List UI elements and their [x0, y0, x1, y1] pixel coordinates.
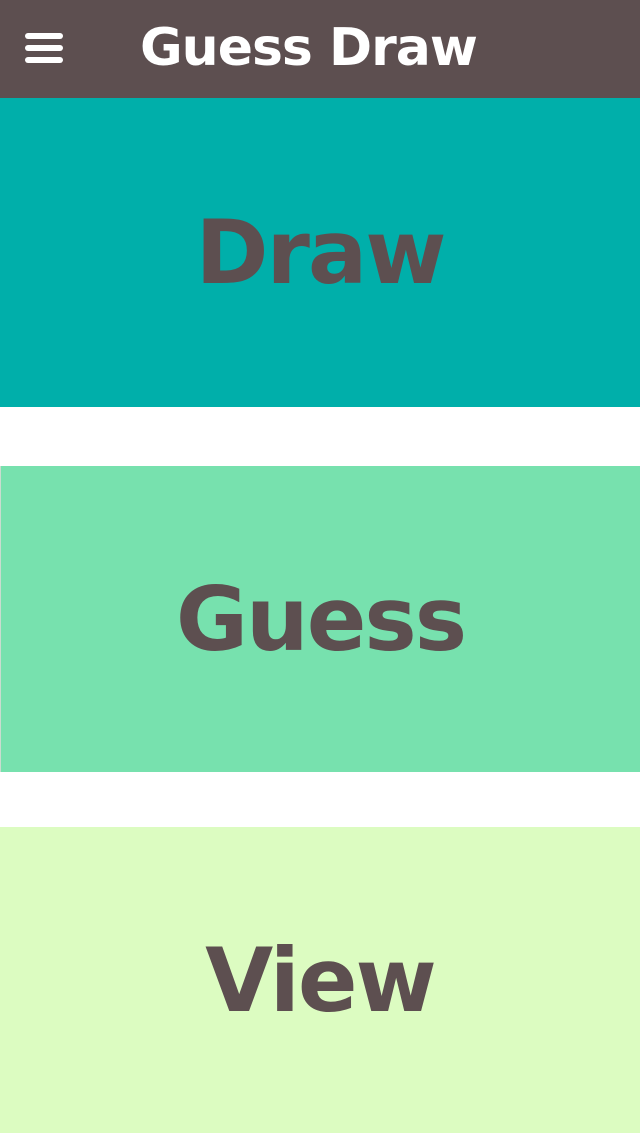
view-tile-label: View — [205, 928, 437, 1032]
app-header: Guess Draw — [0, 0, 640, 98]
guess-tile-button[interactable]: Guess — [0, 466, 640, 772]
app-title: Guess Draw — [140, 18, 478, 78]
draw-tile-label: Draw — [195, 201, 446, 304]
app-screen: Guess Draw Draw Guess View — [0, 0, 640, 1136]
hamburger-menu-icon — [25, 33, 63, 63]
menu-button[interactable] — [18, 24, 72, 72]
guess-tile-label: Guess — [175, 567, 467, 671]
view-tile-button[interactable]: View — [0, 827, 640, 1133]
draw-tile-button[interactable]: Draw — [0, 98, 640, 407]
